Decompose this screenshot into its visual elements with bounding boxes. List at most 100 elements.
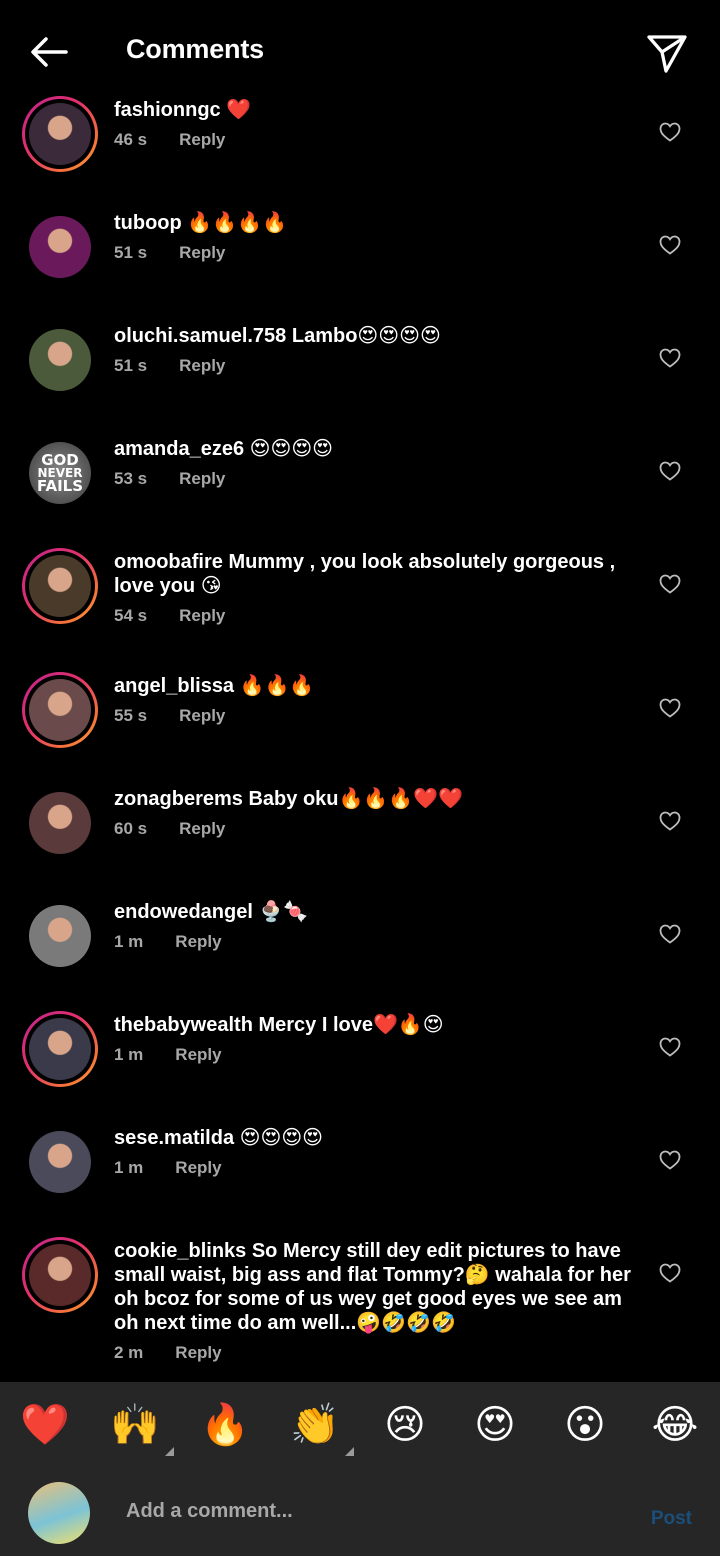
emoji-glyph: 😮 xyxy=(564,1402,606,1448)
comment-timestamp: 2 m xyxy=(114,1343,144,1362)
emoji-glyph: 😢 xyxy=(384,1402,426,1448)
comment-meta: 53 s Reply xyxy=(114,469,644,489)
comment-text: angel_blissa 🔥🔥🔥 xyxy=(114,675,315,697)
comment-meta: 51 s Reply xyxy=(114,356,644,376)
reply-button[interactable]: Reply xyxy=(179,469,225,489)
avatar-image xyxy=(29,1244,91,1306)
quick-reaction-bar: ❤️ 🙌 🔥 👏 😢 😍 😮 😂 xyxy=(0,1382,720,1470)
avatar-logo-word: FAILS xyxy=(36,476,84,495)
post-button[interactable]: Post xyxy=(651,1508,692,1530)
like-heart-icon[interactable] xyxy=(658,233,682,257)
top-bar: Comments xyxy=(0,0,720,100)
avatar-image xyxy=(29,555,91,617)
like-heart-icon[interactable] xyxy=(658,1035,682,1059)
comment-body: omoobafire Mummy , you look absolutely g… xyxy=(114,550,644,626)
comment-text: thebabywealth Mercy I love❤️🔥😍 xyxy=(114,1014,444,1036)
comment-meta: 54 s Reply xyxy=(114,606,644,626)
avatar[interactable] xyxy=(22,898,98,974)
emoji-glyph: 👏 xyxy=(290,1402,340,1448)
reply-button[interactable]: Reply xyxy=(179,819,225,839)
avatar-image xyxy=(29,1018,91,1080)
reply-button[interactable]: Reply xyxy=(179,130,225,150)
comment-timestamp: 54 s xyxy=(114,606,148,625)
laughing-emoji[interactable]: 😂 xyxy=(650,1400,700,1450)
comment-timestamp: 51 s xyxy=(114,356,148,375)
comment-meta: 1 m Reply xyxy=(114,1045,644,1065)
emoji-glyph: ❤️ xyxy=(20,1402,70,1448)
reply-button[interactable]: Reply xyxy=(175,1343,221,1363)
comment-input[interactable]: Add a comment... xyxy=(126,1500,293,1523)
heart-emoji[interactable]: ❤️ xyxy=(20,1400,70,1450)
comment-timestamp: 1 m xyxy=(114,1045,144,1064)
avatar[interactable] xyxy=(22,209,98,285)
avatar-image xyxy=(29,329,91,391)
comment-body: oluchi.samuel.758 Lambo😍😍😍😍 51 s Reply xyxy=(114,324,644,376)
crying-emoji[interactable]: 😢 xyxy=(380,1400,430,1450)
comment-text: cookie_blinks So Mercy still dey edit pi… xyxy=(114,1240,631,1334)
comment-composer: Add a comment... Post xyxy=(0,1470,720,1556)
fire-emoji[interactable]: 🔥 xyxy=(200,1400,250,1450)
avatar-image xyxy=(29,905,91,967)
avatar[interactable] xyxy=(22,548,98,624)
comment-meta: 55 s Reply xyxy=(114,706,644,726)
reply-button[interactable]: Reply xyxy=(175,1158,221,1178)
avatar-image xyxy=(29,216,91,278)
skin-tone-indicator-icon xyxy=(345,1447,354,1456)
comment-text: oluchi.samuel.758 Lambo😍😍😍😍 xyxy=(114,325,441,347)
avatar[interactable] xyxy=(22,1011,98,1087)
comment-timestamp: 55 s xyxy=(114,706,148,725)
like-heart-icon[interactable] xyxy=(658,120,682,144)
clapping-emoji[interactable]: 👏 xyxy=(290,1400,354,1456)
like-heart-icon[interactable] xyxy=(658,922,682,946)
surprised-emoji[interactable]: 😮 xyxy=(560,1400,610,1450)
avatar[interactable] xyxy=(22,96,98,172)
comment-body: fashionngc ❤️ 46 s Reply xyxy=(114,98,644,150)
heart-eyes-emoji[interactable]: 😍 xyxy=(470,1400,520,1450)
comment-body: endowedangel 🍨🍬 1 m Reply xyxy=(114,900,644,952)
comment-meta: 2 m Reply xyxy=(114,1343,644,1363)
avatar-image xyxy=(29,103,91,165)
avatar[interactable] xyxy=(22,785,98,861)
avatar-logo-text: GOD NEVER FAILS xyxy=(29,442,91,504)
avatar-logo-word: GOD xyxy=(41,450,79,469)
avatar[interactable] xyxy=(22,1124,98,1200)
back-arrow-icon[interactable] xyxy=(26,28,74,76)
avatar[interactable] xyxy=(22,672,98,748)
like-heart-icon[interactable] xyxy=(658,1261,682,1285)
comment-text: amanda_eze6 😍😍😍😍 xyxy=(114,438,334,460)
comment-text: zonagberems Baby oku🔥🔥🔥❤️❤️ xyxy=(114,788,464,810)
like-heart-icon[interactable] xyxy=(658,809,682,833)
comment-body: cookie_blinks So Mercy still dey edit pi… xyxy=(114,1239,644,1363)
comment-body: tuboop 🔥🔥🔥🔥 51 s Reply xyxy=(114,211,644,263)
page-title: Comments xyxy=(126,34,264,64)
like-heart-icon[interactable] xyxy=(658,572,682,596)
avatar[interactable]: GOD NEVER FAILS xyxy=(22,435,98,511)
send-direct-icon[interactable] xyxy=(642,28,690,76)
reply-button[interactable]: Reply xyxy=(179,706,225,726)
avatar[interactable] xyxy=(22,1237,98,1313)
like-heart-icon[interactable] xyxy=(658,1148,682,1172)
comment-meta: 1 m Reply xyxy=(114,1158,644,1178)
reply-button[interactable]: Reply xyxy=(179,356,225,376)
like-heart-icon[interactable] xyxy=(658,346,682,370)
comment-timestamp: 53 s xyxy=(114,469,148,488)
reply-button[interactable]: Reply xyxy=(175,1045,221,1065)
avatar-image xyxy=(29,792,91,854)
comment-timestamp: 1 m xyxy=(114,932,144,951)
comment-timestamp: 60 s xyxy=(114,819,148,838)
comment-body: angel_blissa 🔥🔥🔥 55 s Reply xyxy=(114,674,644,726)
reply-button[interactable]: Reply xyxy=(179,243,225,263)
comment-text: fashionngc ❤️ xyxy=(114,99,252,121)
comment-timestamp: 1 m xyxy=(114,1158,144,1177)
avatar[interactable] xyxy=(22,322,98,398)
like-heart-icon[interactable] xyxy=(658,459,682,483)
reply-button[interactable]: Reply xyxy=(179,606,225,626)
raising-hands-emoji[interactable]: 🙌 xyxy=(110,1400,174,1456)
comment-meta: 60 s Reply xyxy=(114,819,644,839)
current-user-avatar xyxy=(28,1482,90,1544)
avatar-image xyxy=(29,1131,91,1193)
like-heart-icon[interactable] xyxy=(658,696,682,720)
comment-text: tuboop 🔥🔥🔥🔥 xyxy=(114,212,287,234)
comment-text: sese.matilda 😍😍😍😍 xyxy=(114,1127,324,1149)
reply-button[interactable]: Reply xyxy=(175,932,221,952)
